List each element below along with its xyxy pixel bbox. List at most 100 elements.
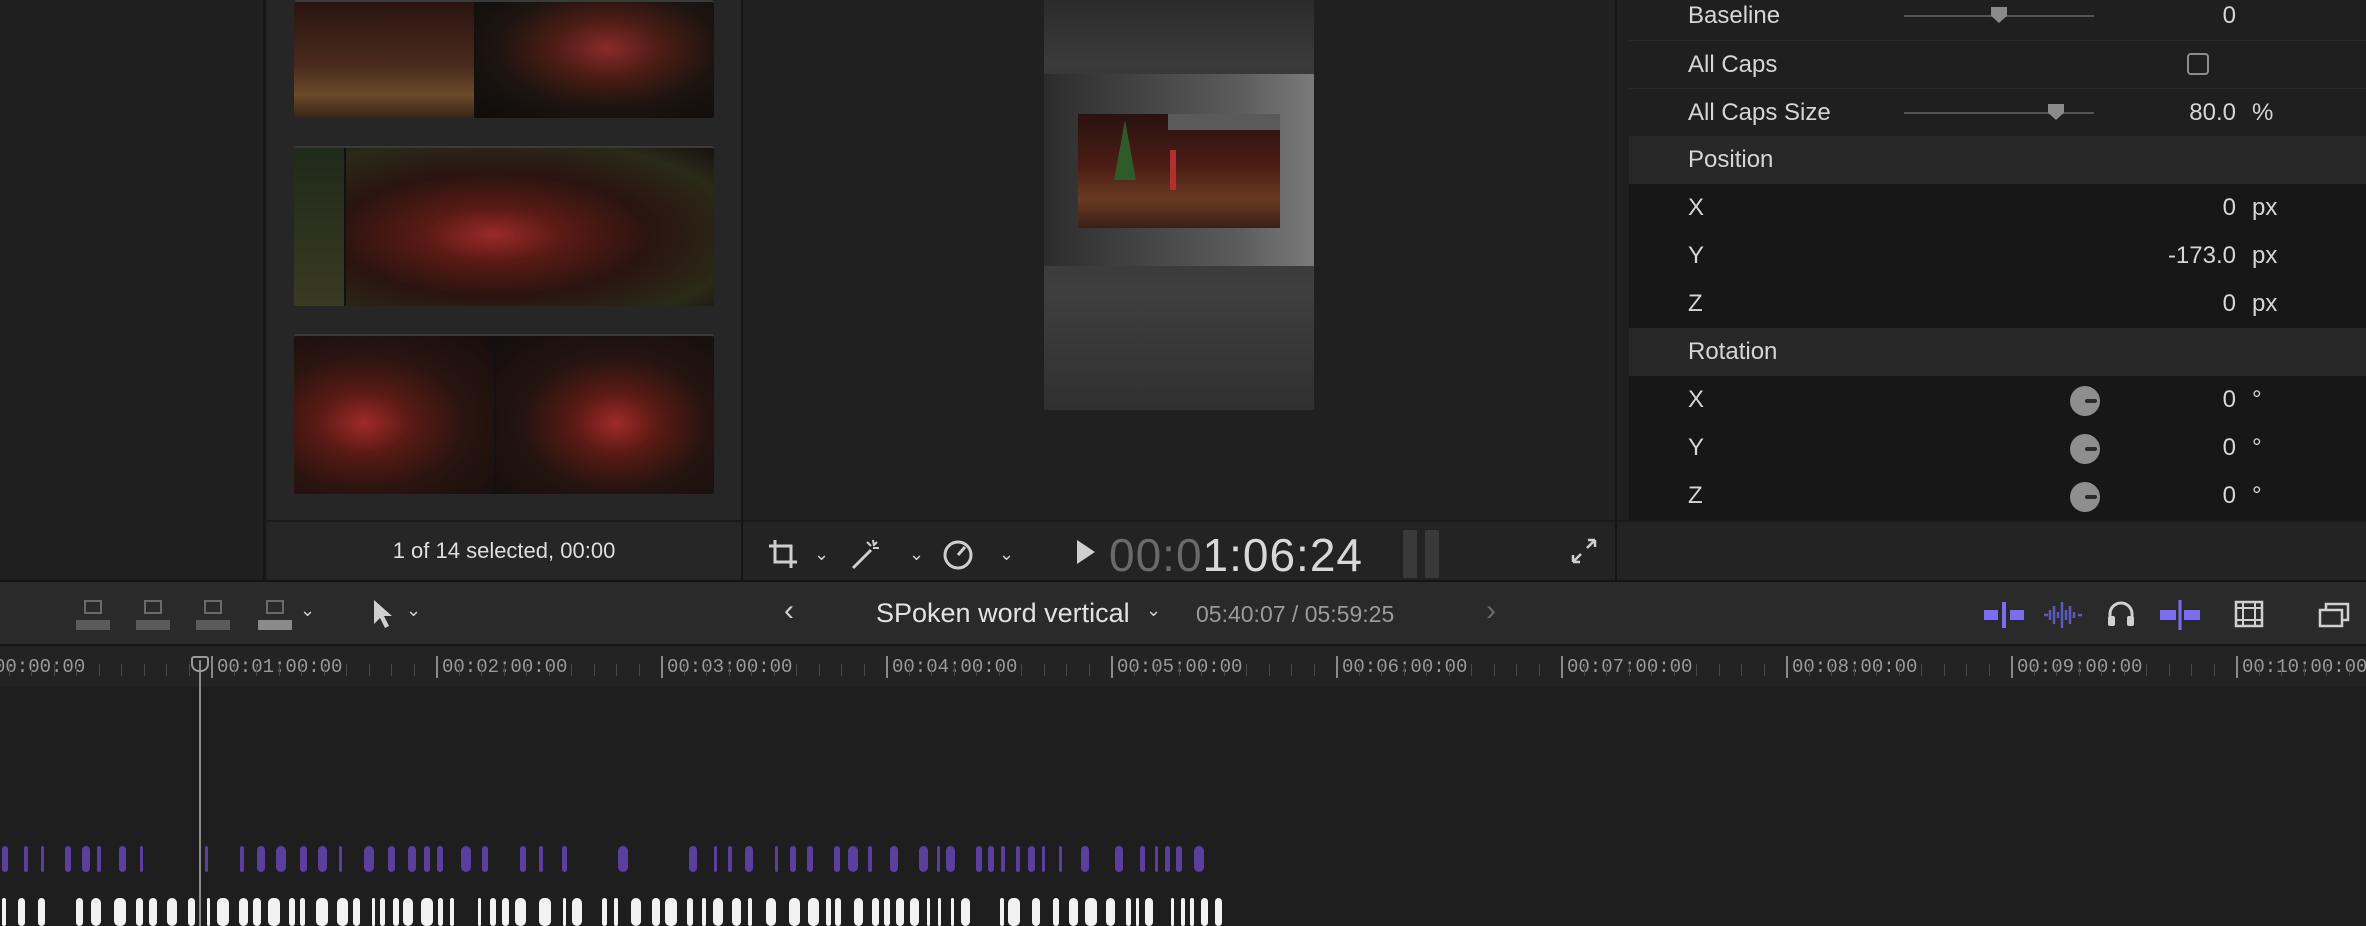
timeline-marker[interactable]	[745, 846, 753, 872]
timeline-marker[interactable]	[119, 846, 126, 872]
all-caps-size-slider[interactable]	[1904, 104, 2094, 120]
crop-icon[interactable]	[767, 538, 799, 577]
timeline-clip-marker[interactable]	[188, 898, 195, 926]
timeline-clip-marker[interactable]	[353, 898, 360, 926]
timeline-clip-marker[interactable]	[789, 898, 800, 926]
fullscreen-icon[interactable]	[1569, 536, 1599, 573]
timeline-marker[interactable]	[1165, 846, 1170, 872]
timeline-clip-marker[interactable]	[539, 898, 551, 926]
timeline-clip-marker[interactable]	[438, 898, 443, 926]
timeline-clip-marker[interactable]	[76, 898, 83, 926]
timeline-clip-marker[interactable]	[835, 898, 841, 926]
timeline-clip-marker[interactable]	[808, 898, 819, 926]
timecode-display[interactable]: 00:01:06:24	[1109, 528, 1363, 582]
skimming-icon[interactable]	[1984, 602, 2024, 633]
select-tool-icon[interactable]	[370, 598, 394, 635]
timeline-clip-marker[interactable]	[1190, 898, 1194, 926]
timeline-clip-marker[interactable]	[748, 898, 752, 926]
timeline-marker[interactable]	[848, 846, 858, 872]
timeline-clip-marker[interactable]	[380, 898, 385, 926]
overwrite-clip-icon[interactable]	[258, 600, 292, 630]
rotation-x-value[interactable]: 0	[2223, 386, 2236, 414]
play-icon[interactable]	[1077, 540, 1095, 564]
timeline-index-icon[interactable]	[2318, 602, 2350, 633]
snapping-icon[interactable]	[2160, 600, 2200, 635]
chevron-down-icon[interactable]: ⌄	[999, 544, 1014, 565]
timeline-clip-marker[interactable]	[927, 898, 930, 926]
timeline-clip-marker[interactable]	[910, 898, 919, 926]
timeline-clip-marker[interactable]	[1000, 898, 1004, 926]
position-x-value[interactable]: 0	[2223, 194, 2236, 222]
timeline-marker[interactable]	[257, 846, 265, 872]
timeline-clip-marker[interactable]	[300, 898, 305, 926]
playhead-handle[interactable]	[191, 656, 209, 672]
timeline-marker[interactable]	[728, 846, 732, 872]
playhead[interactable]	[199, 660, 201, 926]
timeline-clip-marker[interactable]	[217, 898, 229, 926]
timeline-marker[interactable]	[1194, 846, 1204, 872]
rotation-y-dial[interactable]	[2070, 434, 2100, 464]
timeline-clip-marker[interactable]	[316, 898, 328, 926]
timeline-clip-marker[interactable]	[1181, 898, 1185, 926]
timeline-marker[interactable]	[276, 846, 286, 872]
timeline-marker[interactable]	[539, 846, 543, 872]
baseline-slider[interactable]	[1904, 7, 2094, 23]
timeline-marker[interactable]	[689, 846, 697, 872]
timeline-marker[interactable]	[1001, 846, 1005, 872]
rotation-section-header[interactable]: Rotation	[1629, 328, 2366, 376]
speedometer-icon[interactable]	[941, 538, 975, 577]
viewer-canvas[interactable]	[1044, 0, 1314, 410]
position-z-value[interactable]: 0	[2223, 290, 2236, 318]
timeline-marker[interactable]	[562, 846, 567, 872]
chevron-down-icon[interactable]: ⌄	[909, 544, 924, 565]
timeline-clip-marker[interactable]	[1201, 898, 1208, 926]
timeline-marker[interactable]	[790, 846, 796, 872]
timeline-clip-marker[interactable]	[602, 898, 607, 926]
timeline-marker[interactable]	[339, 846, 342, 872]
timeline-clip-marker[interactable]	[91, 898, 101, 926]
timeline-clip-marker[interactable]	[826, 898, 831, 926]
headphones-icon[interactable]	[2106, 600, 2136, 633]
chevron-right-icon[interactable]: ›	[1486, 594, 1496, 628]
timeline-clip-marker[interactable]	[515, 898, 526, 926]
timeline-marker[interactable]	[775, 846, 778, 872]
timeline-marker[interactable]	[1059, 846, 1062, 872]
timeline-clip-marker[interactable]	[372, 898, 375, 926]
timeline-marker[interactable]	[1176, 846, 1182, 872]
timeline-marker[interactable]	[919, 846, 928, 872]
timeline-clip-marker[interactable]	[732, 898, 741, 926]
timeline-marker[interactable]	[461, 846, 471, 872]
timeline-marker[interactable]	[318, 846, 327, 872]
timeline-clip-marker[interactable]	[572, 898, 582, 926]
timeline-clip-marker[interactable]	[149, 898, 157, 926]
timeline-clip-marker[interactable]	[450, 898, 454, 926]
append-clip-icon[interactable]	[196, 600, 230, 630]
timeline-clip-marker[interactable]	[1069, 898, 1078, 926]
timeline-marker[interactable]	[618, 846, 628, 872]
timeline-clip-marker[interactable]	[1145, 898, 1153, 926]
timeline-clip-marker[interactable]	[687, 898, 693, 926]
timeline-clip-marker[interactable]	[702, 898, 706, 926]
timeline-clip-marker[interactable]	[938, 898, 941, 926]
all-caps-checkbox[interactable]	[2187, 53, 2209, 75]
timeline-marker[interactable]	[834, 846, 840, 872]
all-caps-size-slider-knob[interactable]	[2048, 104, 2064, 120]
timeline-marker[interactable]	[424, 846, 430, 872]
timeline-clip-marker[interactable]	[1053, 898, 1059, 926]
timeline-marker[interactable]	[140, 846, 143, 872]
timeline-marker[interactable]	[65, 846, 71, 872]
timeline-clip-marker[interactable]	[631, 898, 641, 926]
project-name[interactable]: SPoken word vertical	[876, 598, 1130, 629]
timeline-clip-marker[interactable]	[665, 898, 677, 926]
timeline-clip-marker[interactable]	[421, 898, 433, 926]
position-y-value[interactable]: -173.0	[2168, 242, 2236, 270]
timeline-clip-marker[interactable]	[1126, 898, 1131, 926]
timeline-marker[interactable]	[1140, 846, 1145, 872]
timeline-clip-marker[interactable]	[136, 898, 143, 926]
timeline-clip-marker[interactable]	[766, 898, 776, 926]
rotation-y-value[interactable]: 0	[2223, 434, 2236, 462]
position-section-header[interactable]: Position	[1629, 136, 2366, 184]
timeline-clip-marker[interactable]	[1085, 898, 1097, 926]
timeline-marker[interactable]	[1115, 846, 1123, 872]
timeline-clip-marker[interactable]	[18, 898, 25, 926]
